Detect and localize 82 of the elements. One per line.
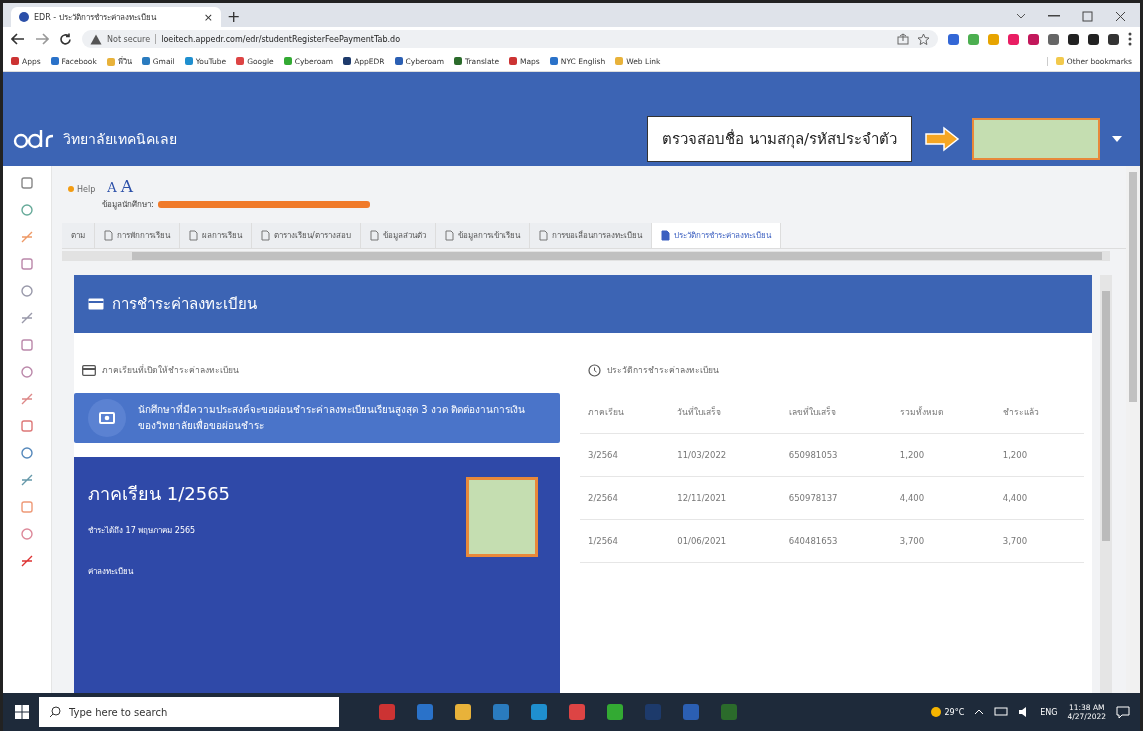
column-header: เลขที่ใบเสร็จ <box>780 391 892 434</box>
table-cell: 4,400 <box>891 476 995 520</box>
caret-icon[interactable] <box>1112 136 1122 142</box>
back-arrow-icon[interactable] <box>11 33 25 45</box>
forward-arrow-icon[interactable] <box>35 33 49 45</box>
font-larger-button[interactable]: A <box>120 176 133 196</box>
column-header: ชำระแล้ว <box>994 391 1084 434</box>
close-tab-button[interactable]: × <box>203 10 213 24</box>
weather-indicator[interactable]: 29°C <box>930 707 965 717</box>
share-icon[interactable] <box>897 32 909 45</box>
taskbar-app-icon[interactable] <box>569 704 585 720</box>
taskbar-app-icon[interactable] <box>531 704 547 720</box>
warning-icon <box>90 33 102 45</box>
search-icon <box>49 706 61 718</box>
page-tab[interactable]: การพักการเรียน <box>95 223 180 248</box>
taskbar-search-field[interactable]: Type here to search <box>39 697 339 727</box>
edr-favicon-icon <box>19 12 29 22</box>
taskbar-app-icon[interactable] <box>493 704 509 720</box>
arrow-right-icon <box>924 126 960 152</box>
maximize-icon[interactable] <box>1082 10 1093 22</box>
notification-icon[interactable] <box>1116 705 1130 719</box>
section-heading: ประวัติการชำระค่าลงทะเบียน <box>607 364 719 377</box>
student-label: ข้อมูลนักศึกษา: <box>102 199 154 211</box>
table-cell: 640481653 <box>780 519 892 563</box>
vertical-scrollbar[interactable] <box>1100 275 1112 693</box>
school-name: วิทยาลัยเทคนิคเลย <box>63 130 177 149</box>
column-header: ภาคเรียน <box>580 391 670 434</box>
due-date-text: ชำระได้ถึง 17 พฤษภาคม 2565 <box>88 525 197 537</box>
page-tab[interactable]: ข้อมูลส่วนตัว <box>360 223 436 248</box>
page-tab[interactable]: การขอเลื่อนการลงทะเบียน <box>529 223 652 248</box>
banknote-icon <box>99 412 115 424</box>
network-icon[interactable] <box>994 707 1009 717</box>
language-indicator[interactable]: ENG <box>1040 707 1058 717</box>
table-cell: 3,700 <box>994 519 1084 563</box>
help-link[interactable]: Help <box>68 185 96 194</box>
table-cell: 650981053 <box>780 433 892 477</box>
font-smaller-button[interactable]: A <box>107 180 117 195</box>
page-scrollbar[interactable] <box>1126 166 1140 693</box>
close-icon[interactable] <box>1115 10 1126 22</box>
extension-icon[interactable] <box>1088 33 1099 45</box>
taskbar-app-icon[interactable] <box>379 704 395 720</box>
term-title: ภาคเรียน 1/2565 <box>88 482 232 506</box>
table-cell: 2/2564 <box>580 476 670 520</box>
new-tab-button[interactable]: + <box>227 7 241 27</box>
page-tab[interactable]: ประวัติการชำระค่าลงทะเบียน <box>651 223 781 248</box>
page-tab[interactable]: ผลการเรียน <box>180 223 252 248</box>
taskbar-app-icon[interactable] <box>607 704 623 720</box>
chevron-down-icon[interactable] <box>1016 12 1026 20</box>
callout-label: ตรวจสอบชื่อ นามสกุล/รหัสประจำตัว <box>647 116 912 162</box>
extension-icon[interactable] <box>1108 33 1119 45</box>
table-cell: 3,700 <box>891 519 995 563</box>
section-heading: ภาคเรียนที่เปิดให้ชำระค่าลงทะเบียน <box>102 363 239 377</box>
minimize-icon[interactable] <box>1048 15 1060 17</box>
horizontal-scrollbar[interactable] <box>62 251 1110 261</box>
browser-tab[interactable]: EDR - ประวัติการชำระค่าลงทะเบียน × <box>11 7 221 27</box>
page-tab[interactable]: ข้อมูลการเข้าเรียน <box>435 223 530 248</box>
table-cell: 3/2564 <box>580 433 670 477</box>
address-bar[interactable]: Not secure loeitech.appedr.com/edr/studentRegisterFeePaymentTab.do <box>82 30 938 48</box>
taskbar-app-icon[interactable] <box>455 704 471 720</box>
table-cell: 11/03/2022 <box>669 433 781 477</box>
table-cell: 1,200 <box>994 433 1084 477</box>
page-tab[interactable]: ตาม <box>62 223 95 248</box>
table-cell: 1/2564 <box>580 519 670 563</box>
chevron-up-icon[interactable] <box>974 709 985 715</box>
windows-logo-icon[interactable] <box>15 705 29 719</box>
table-cell: 01/06/2021 <box>669 519 781 563</box>
page-tab[interactable]: ตารางเรียน/ตารางสอบ <box>252 223 361 248</box>
kebab-menu-icon[interactable] <box>1128 32 1132 46</box>
column-header: รวมทั้งหมด <box>891 391 995 434</box>
history-clock-icon <box>588 363 601 377</box>
taskbar-app-icon[interactable] <box>417 704 433 720</box>
extension-icon[interactable] <box>1068 33 1079 45</box>
table-cell: 650978137 <box>780 476 892 520</box>
reload-icon[interactable] <box>59 32 72 46</box>
fee-label: ค่าลงทะเบียน <box>88 566 135 578</box>
table-cell: 1,200 <box>891 433 995 477</box>
card-header: การชำระค่าลงทะเบียน <box>74 275 1092 333</box>
column-header: วันที่ใบเสร็จ <box>669 391 781 434</box>
star-icon[interactable] <box>917 32 930 46</box>
info-banner: นักศึกษาที่มีความประสงค์จะขอผ่อนชำระค่าลงทะเบียนเรียนสูงสุด 3 งวด ติดต่องานการเงินของวิทยาลัยเพื่อขอผ่อนชำระ <box>74 393 560 443</box>
table-cell: 12/11/2021 <box>669 476 781 520</box>
table-cell: 4,400 <box>994 476 1084 520</box>
